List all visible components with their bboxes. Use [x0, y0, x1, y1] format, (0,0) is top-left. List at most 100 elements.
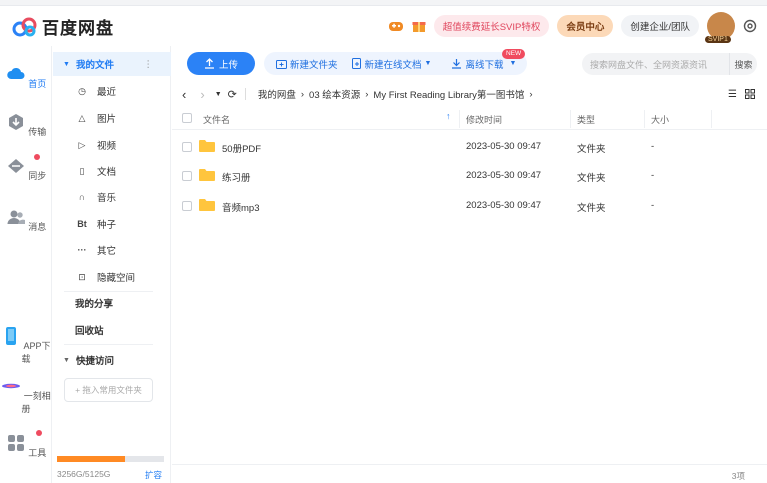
create-enterprise-button[interactable]: 创建企业/团队 [621, 15, 699, 37]
upload-icon [204, 58, 214, 69]
rail-item-album[interactable]: 一刻相册 [0, 376, 52, 415]
download-icon [452, 59, 462, 69]
clock-icon: ◷ [78, 85, 86, 96]
svip-promo-button[interactable]: 超值续费延长SVIP特权 [433, 15, 550, 37]
column-header-modified[interactable]: 修改时间 [466, 113, 502, 126]
file-type: 文件夹 [577, 144, 606, 155]
breadcrumb-item-level1[interactable]: 03 绘本资源 [309, 87, 360, 101]
left-rail: 首页 传输 同步 消息 APP下载 一刻相册 工具 [0, 46, 52, 483]
table-row[interactable]: 50册PDF 2023-05-30 09:47 文件夹 - [172, 133, 767, 161]
new-badge: NEW [502, 49, 526, 59]
history-dropdown-icon[interactable]: ▼ [215, 91, 222, 98]
gift-icon[interactable] [412, 19, 426, 33]
grid-view-icon[interactable] [745, 89, 755, 99]
lock-icon: ⊡ [78, 271, 86, 282]
sidebar-item-hidden-space[interactable]: ⊡ 隐藏空间 [53, 265, 171, 289]
search-button[interactable]: 搜索 [729, 53, 757, 75]
sidebar-item-label: 种子 [97, 220, 117, 231]
home-cloud-icon [6, 67, 25, 79]
sidebar-recycle-bin[interactable]: 回收站 [53, 318, 171, 342]
file-name[interactable]: 练习册 [222, 170, 251, 184]
expand-storage-link[interactable]: 扩容 [145, 469, 162, 481]
sidebar-item-video[interactable]: ▷ 视频 [53, 133, 171, 157]
rail-item-sync[interactable]: 同步 [0, 154, 52, 182]
toolbar-action-group: 新建文件夹 新建在线文档 ▼ 离线下载 ▼ NEW [264, 49, 527, 75]
item-count: 3项 [731, 471, 745, 481]
new-online-doc-button[interactable]: 新建在线文档 ▼ [351, 52, 432, 75]
new-folder-icon [276, 59, 287, 69]
file-name[interactable]: 50册PDF [222, 141, 261, 155]
avatar[interactable]: SVIP1 [705, 12, 735, 43]
svip-badge: SVIP1 [705, 36, 731, 43]
refresh-icon[interactable]: ⟳ [228, 88, 237, 101]
transfer-icon [8, 114, 23, 130]
select-all-checkbox[interactable] [182, 113, 192, 123]
app-title: 百度网盘 [42, 19, 114, 38]
phone-icon [6, 327, 17, 345]
collapse-caret-icon: ▼ [63, 60, 70, 68]
rail-label-transfer: 传输 [28, 127, 47, 137]
row-checkbox[interactable] [182, 201, 192, 211]
rail-item-home[interactable]: 首页 [0, 64, 52, 90]
navigation-bar: ‹ › ▼ ⟳ 我的网盘 › 03 绘本资源 › My First Readin… [172, 84, 767, 104]
album-icon [2, 383, 21, 389]
gamepad-icon[interactable] [388, 19, 404, 33]
upload-button[interactable]: 上传 [187, 52, 255, 75]
table-row[interactable]: 音频mp3 2023-05-30 09:47 文件夹 - [172, 192, 767, 220]
rail-item-transfer[interactable]: 传输 [0, 112, 52, 138]
sidebar-item-recent[interactable]: ◷ 最近 [53, 79, 171, 103]
sync-icon [7, 159, 24, 173]
forward-arrow-icon[interactable]: › [200, 87, 204, 102]
column-separator [711, 110, 712, 128]
sort-up-arrow-icon[interactable]: ↑ [446, 111, 451, 121]
sidebar-my-share[interactable]: 我的分享 [53, 291, 171, 315]
file-toolbar: 上传 新建文件夹 新建在线文档 ▼ 离线下载 ▼ NEW 搜索网盘文件、全网资源… [172, 46, 767, 80]
sidebar-item-label: 视频 [97, 141, 117, 152]
document-icon: ▯ [79, 165, 85, 176]
rail-label-album: 一刻相册 [21, 391, 51, 414]
back-arrow-icon[interactable]: ‹ [182, 87, 186, 102]
breadcrumb: 我的网盘 › 03 绘本资源 › My First Reading Librar… [258, 87, 538, 102]
sidebar-item-images[interactable]: △ 图片 [53, 106, 171, 130]
column-header-size[interactable]: 大小 [651, 113, 669, 126]
sidebar-my-files[interactable]: ▼ 我的文件 ⋮ [53, 52, 171, 76]
quick-access-drop-zone[interactable]: + 拖入常用文件夹 [64, 378, 153, 402]
more-dots-icon[interactable]: ⋮ [144, 59, 154, 70]
sidebar-item-other[interactable]: ··· 其它 [53, 238, 171, 262]
rail-item-tools[interactable]: 工具 [0, 430, 52, 459]
main-panel: 上传 新建文件夹 新建在线文档 ▼ 离线下载 ▼ NEW 搜索网盘文件、全网资源… [172, 46, 767, 483]
vip-center-button[interactable]: 会员中心 [557, 15, 614, 37]
column-header-name[interactable]: 文件名 [203, 113, 230, 126]
nav-divider [244, 88, 246, 100]
bt-icon: Bt [77, 219, 87, 229]
rail-item-app-download[interactable]: APP下载 [0, 326, 52, 365]
new-folder-button[interactable]: 新建文件夹 [276, 52, 338, 75]
row-checkbox[interactable] [182, 142, 192, 152]
sync-notification-dot [34, 154, 40, 160]
file-type: 文件夹 [577, 203, 606, 214]
file-size: - [651, 141, 655, 152]
file-name[interactable]: 音频mp3 [222, 200, 259, 214]
folder-icon [199, 169, 215, 181]
sidebar-item-music[interactable]: ∩ 音乐 [53, 185, 171, 209]
breadcrumb-item-root[interactable]: 我的网盘 [258, 87, 296, 101]
folder-icon [199, 140, 215, 152]
sidebar-divider [64, 344, 153, 345]
more-icon: ··· [77, 245, 87, 255]
sidebar-quick-access[interactable]: ▼ 快捷访问 [53, 348, 171, 372]
sidebar-item-docs[interactable]: ▯ 文档 [53, 159, 171, 183]
settings-gear-icon[interactable] [743, 19, 757, 33]
messages-people-icon [7, 210, 25, 224]
sidebar-item-torrent[interactable]: Bt 种子 [53, 212, 171, 236]
column-separator [459, 110, 460, 128]
app-header: 百度网盘 超值续费延长SVIP特权 会员中心 创建企业/团队 SVIP1 [0, 6, 767, 46]
sort-list-icon[interactable]: ☰ [728, 89, 737, 100]
column-header-type[interactable]: 类型 [577, 113, 595, 126]
breadcrumb-item-current[interactable]: My First Reading Library第一图书馆 [373, 87, 524, 101]
search-input[interactable]: 搜索网盘文件、全网资源资讯 [582, 58, 729, 71]
row-checkbox[interactable] [182, 171, 192, 181]
rail-item-messages[interactable]: 消息 [0, 207, 52, 233]
dropdown-caret-icon: ▼ [424, 60, 432, 67]
app-logo[interactable]: 百度网盘 [12, 14, 114, 39]
table-row[interactable]: 练习册 2023-05-30 09:47 文件夹 - [172, 162, 767, 190]
